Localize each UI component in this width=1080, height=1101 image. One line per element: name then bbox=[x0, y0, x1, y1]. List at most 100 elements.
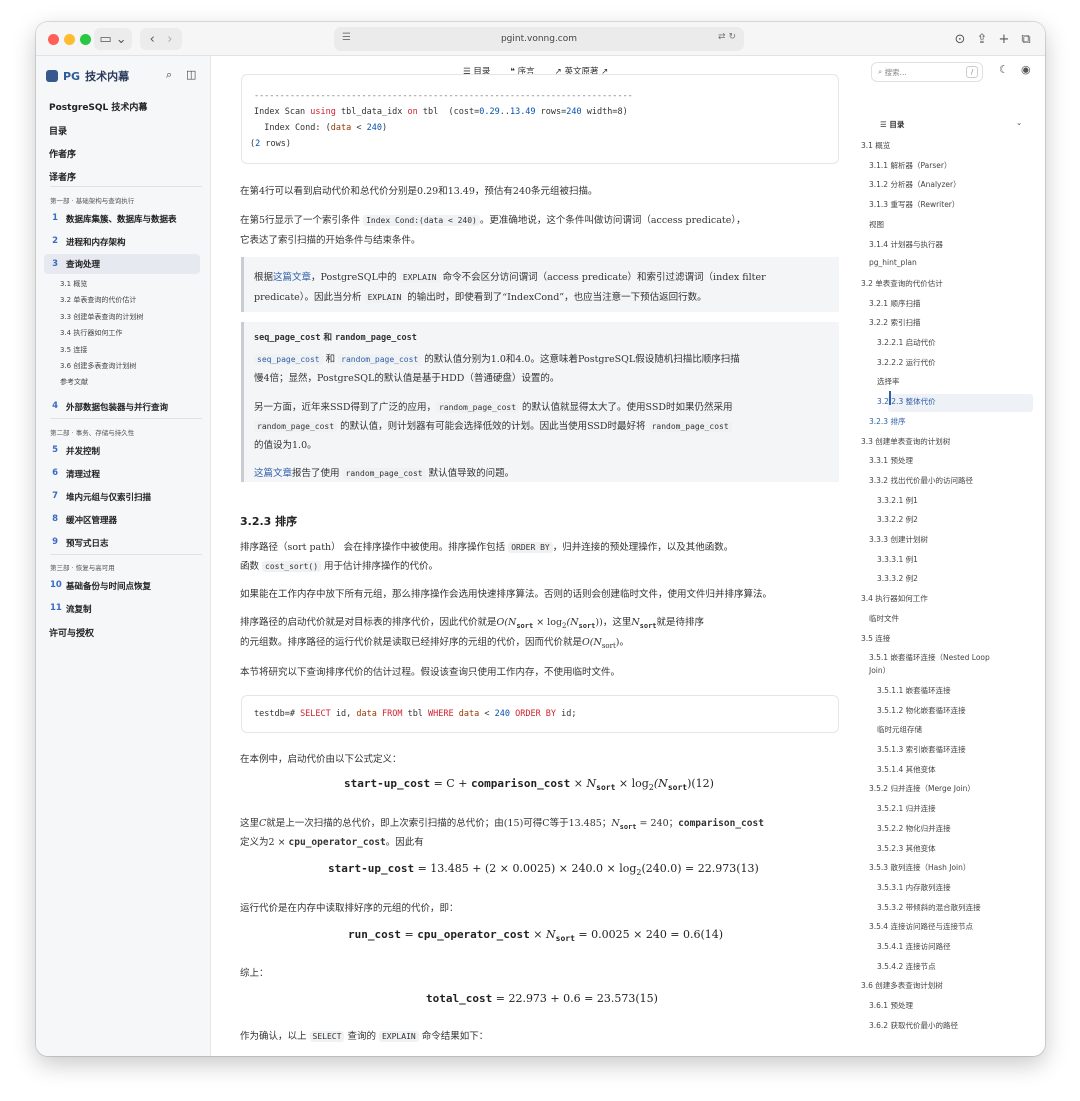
toc-header[interactable]: ☰ 目录 bbox=[880, 119, 904, 130]
toc-item[interactable]: 3.4 执行器如何工作 bbox=[861, 593, 928, 604]
toc-item[interactable]: 3.6 创建多表查询计划树 bbox=[861, 980, 943, 991]
toc-item[interactable]: 3.5.4.2 连接节点 bbox=[877, 961, 936, 972]
sidebar-chapter-7[interactable]: 7 堆内元组与仅索引扫描 bbox=[50, 491, 151, 503]
dark-mode-icon[interactable]: ☾ bbox=[999, 63, 1009, 76]
tab-overview-icon[interactable]: ⧉ bbox=[1016, 28, 1036, 50]
toc-item[interactable]: 3.3.3.2 例2 bbox=[877, 573, 918, 584]
toc-item[interactable]: 3.5 连接 bbox=[861, 633, 890, 644]
toc-item[interactable]: 3.3.2 找出代价最小的访问路径 bbox=[869, 475, 973, 486]
toc-item[interactable]: 3.2 单表查询的代价估计 bbox=[861, 278, 943, 289]
toc-item[interactable]: 3.2.1 顺序扫描 bbox=[869, 298, 920, 309]
toc-item[interactable]: 3.5.3.2 带倾斜的混合散列连接 bbox=[877, 902, 981, 913]
layout-icon[interactable]: ◫ bbox=[186, 68, 196, 81]
toc-item[interactable]: 3.2.2.3 整体代价 bbox=[877, 396, 936, 407]
page-info-icon[interactable]: ☰ bbox=[342, 32, 351, 43]
article-link[interactable]: 这篇文章 bbox=[273, 272, 311, 283]
toc-item[interactable]: 3.3.3.1 例1 bbox=[877, 554, 918, 565]
sidebar-sub-3-5[interactable]: 3.5 连接 bbox=[60, 345, 87, 355]
github-icon[interactable]: ◉ bbox=[1021, 63, 1031, 76]
toc-item[interactable]: 3.3.1 预处理 bbox=[869, 455, 913, 466]
toc-item[interactable]: 3.5.1.3 索引嵌套循环连接 bbox=[877, 744, 966, 755]
chevron-down-icon[interactable]: ⌄ bbox=[1016, 118, 1022, 127]
search-input[interactable]: ⌕ 搜索... / bbox=[871, 62, 983, 82]
toc-item[interactable]: 3.6.1 预处理 bbox=[869, 1000, 913, 1011]
toc-item[interactable]: 3.2.3 排序 bbox=[869, 416, 905, 427]
forward-icon[interactable]: › bbox=[167, 32, 172, 47]
callout-text: 的值设为1.0。 bbox=[254, 440, 317, 451]
nav-license[interactable]: 许可与授权 bbox=[49, 626, 94, 639]
toc-item[interactable]: 视图 bbox=[869, 219, 884, 230]
sidebar-chapter-9[interactable]: 9 预写式日志 bbox=[50, 537, 108, 549]
toc-item[interactable]: 3.5.4.1 连接访问路径 bbox=[877, 941, 951, 952]
minimize-window-button[interactable] bbox=[64, 34, 75, 45]
toc-item[interactable]: 临时文件 bbox=[869, 613, 899, 624]
toc-item[interactable]: 3.5.1.1 嵌套循环连接 bbox=[877, 685, 951, 696]
zoom-window-button[interactable] bbox=[80, 34, 91, 45]
toc-item[interactable]: 3.5.1.4 其他变体 bbox=[877, 764, 936, 775]
paragraph: 在第4行可以看到启动代价和总代价分别是0.29和13.49，预估有240条元组被… bbox=[240, 186, 598, 197]
sidebar-chapter-2[interactable]: 2 进程和内存架构 bbox=[50, 236, 125, 248]
sidebar-chapter-6[interactable]: 6 清理过程 bbox=[50, 468, 100, 480]
toc-item[interactable]: 3.3.2.1 例1 bbox=[877, 495, 918, 506]
nav-author-preface[interactable]: 作者序 bbox=[49, 147, 76, 160]
sidebar-sub-3-1[interactable]: 3.1 概览 bbox=[60, 279, 87, 289]
toc-item[interactable]: 3.5.2 归并连接（Merge Join） bbox=[869, 783, 975, 794]
callout-text: predicate）。因此当分析 EXPLAIN 的输出时，即使看到了“Inde… bbox=[254, 292, 707, 303]
address-bar[interactable]: ☰ pgint.vonng.com ⇄ ↻ bbox=[334, 27, 744, 51]
sidebar-sub-3-4[interactable]: 3.4 执行器如何工作 bbox=[60, 328, 122, 338]
toc-item[interactable]: 3.1.4 计划器与执行器 bbox=[869, 239, 943, 250]
search-icon[interactable]: ⌕ bbox=[166, 68, 172, 82]
toc-item[interactable]: pg_hint_plan bbox=[869, 258, 917, 267]
sidebar-chapter-10[interactable]: 10 基础备份与时间点恢复 bbox=[50, 580, 151, 592]
new-tab-icon[interactable]: + bbox=[994, 28, 1014, 50]
article-link[interactable]: 这篇文章 bbox=[254, 468, 292, 479]
back-icon[interactable]: ‹ bbox=[150, 32, 155, 47]
toc-item[interactable]: 3.1.3 重写器（Rewriter） bbox=[869, 199, 959, 210]
toc-item[interactable]: Join） bbox=[869, 665, 890, 676]
toc-item[interactable]: 3.5.2.1 归并连接 bbox=[877, 803, 936, 814]
sidebar-sub-3-6[interactable]: 3.6 创建多表查询计划树 bbox=[60, 361, 136, 371]
sidebar-chapter-11[interactable]: 11 流复制 bbox=[50, 603, 92, 615]
brand[interactable]: PG 技术内幕 bbox=[46, 68, 129, 84]
sidebar-toggle-button[interactable]: ▭ ⌄ bbox=[94, 28, 132, 50]
toc-item[interactable]: 3.1.1 解析器（Parser） bbox=[869, 160, 951, 171]
sidebar-sub-references[interactable]: 参考文献 bbox=[60, 377, 88, 387]
toc-item[interactable]: 3.3.3 创建计划树 bbox=[869, 534, 928, 545]
toc-item[interactable]: 3.5.2.3 其他变体 bbox=[877, 843, 936, 854]
close-window-button[interactable] bbox=[48, 34, 59, 45]
toc-item[interactable]: 3.2.2 索引扫描 bbox=[869, 317, 920, 328]
history-nav[interactable]: ‹ › bbox=[140, 28, 182, 50]
paragraph: 排序路径的启动代价就是对目标表的排序代价，因此代价就是O(Nsort × log… bbox=[240, 617, 705, 630]
share-icon[interactable]: ⇪ bbox=[972, 28, 992, 50]
toc-item[interactable]: 3.1 概览 bbox=[861, 140, 890, 151]
toc-item[interactable]: 临时元组存储 bbox=[877, 724, 922, 735]
search-shortcut-key: / bbox=[966, 66, 978, 78]
toc-item[interactable]: 3.3.2.2 例2 bbox=[877, 514, 918, 525]
callout-text: 这篇文章报告了使用 random_page_cost 默认值导致的问题。 bbox=[254, 468, 515, 479]
nav-book-home[interactable]: PostgreSQL 技术内幕 bbox=[49, 100, 147, 113]
sidebar-chapter-3[interactable]: 3 查询处理 bbox=[44, 254, 200, 274]
toc-item[interactable]: 3.6.2 获取代价最小的路径 bbox=[869, 1020, 958, 1031]
postgres-logo-icon bbox=[46, 70, 58, 82]
toc-item[interactable]: 3.5.2.2 物化归并连接 bbox=[877, 823, 951, 834]
toc-item[interactable]: 3.1.2 分析器（Analyzer） bbox=[869, 179, 961, 190]
sidebar-chapter-8[interactable]: 8 缓冲区管理器 bbox=[50, 514, 117, 526]
toc-item[interactable]: 3.5.1.2 物化嵌套循环连接 bbox=[877, 705, 966, 716]
toc-item[interactable]: 3.5.3.1 内存散列连接 bbox=[877, 882, 951, 893]
toc-item[interactable]: 3.5.3 散列连接（Hash Join） bbox=[869, 862, 970, 873]
nav-translator-preface[interactable]: 译者序 bbox=[49, 170, 76, 183]
toc-item[interactable]: 选择率 bbox=[877, 376, 900, 387]
sidebar-sub-3-3[interactable]: 3.3 创建单表查询的计划树 bbox=[60, 312, 143, 322]
toc-item[interactable]: 3.5.4 连接访问路径与连接节点 bbox=[869, 921, 973, 932]
toc-item[interactable]: 3.5.1 嵌套循环连接（Nested Loop bbox=[869, 652, 990, 663]
toc-item[interactable]: 3.3 创建单表查询的计划树 bbox=[861, 436, 950, 447]
sidebar-chapter-4[interactable]: 4 外部数据包装器与并行查询 bbox=[50, 401, 168, 413]
toc-item[interactable]: 3.2.2.1 启动代价 bbox=[877, 337, 936, 348]
nav-contents[interactable]: 目录 bbox=[49, 124, 67, 137]
download-icon[interactable]: ⊙ bbox=[950, 28, 970, 50]
sidebar-sub-3-2[interactable]: 3.2 单表查询的代价估计 bbox=[60, 295, 136, 305]
translate-reload-icon[interactable]: ⇄ ↻ bbox=[718, 32, 736, 42]
sidebar-chapter-1[interactable]: 1 数据库集簇、数据库与数据表 bbox=[50, 213, 176, 225]
toc-item[interactable]: 3.2.2.2 运行代价 bbox=[877, 357, 936, 368]
sidebar-chapter-5[interactable]: 5 并发控制 bbox=[50, 445, 100, 457]
